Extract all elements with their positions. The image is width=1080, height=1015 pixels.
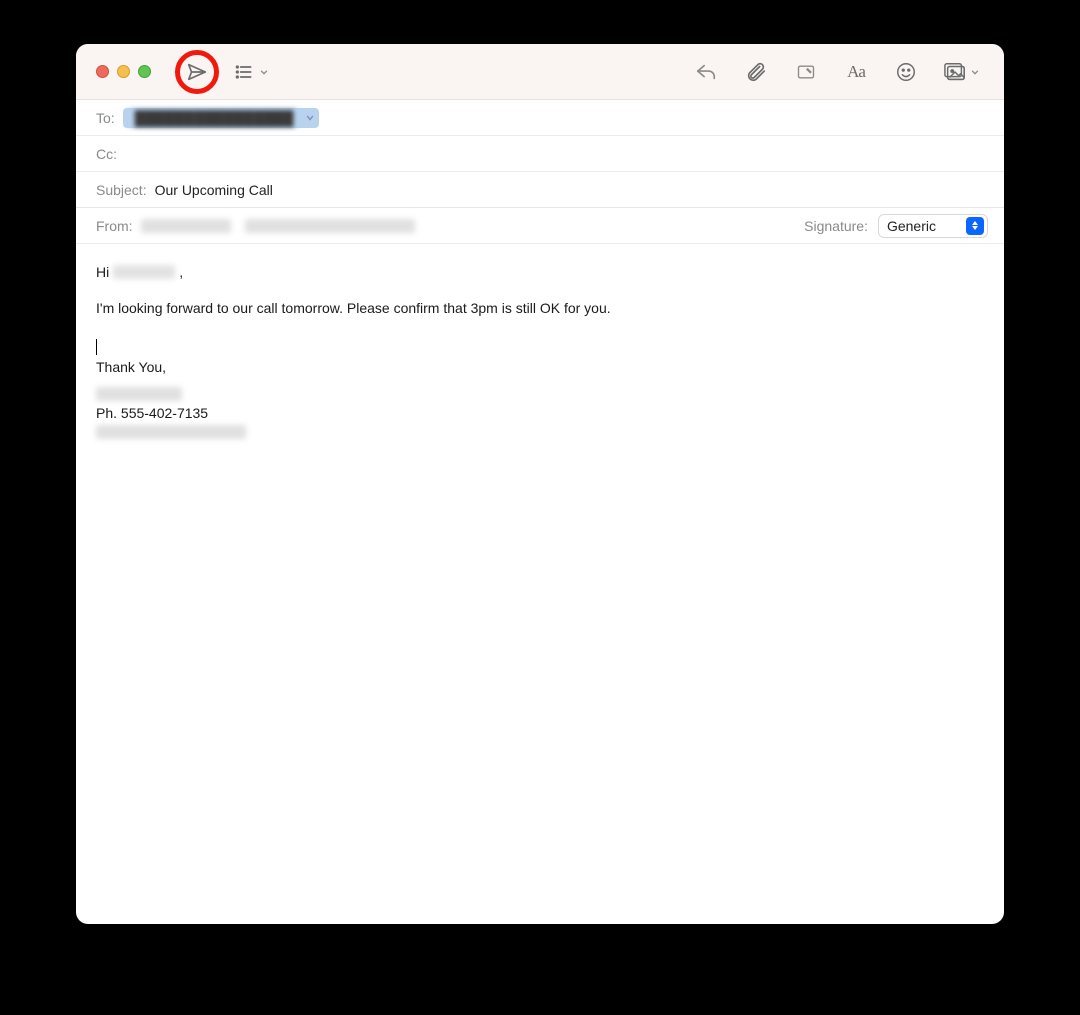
chevron-down-icon [970,67,980,77]
from-name-redacted [141,219,231,233]
body-paragraph: I'm looking forward to our call tomorrow… [96,298,984,318]
zoom-window-button[interactable] [138,65,151,78]
cc-label: Cc: [96,146,117,162]
emoji-button[interactable] [892,58,920,86]
greeting-name-redacted [113,265,175,279]
from-email-redacted [245,219,415,233]
greeting-suffix: , [179,262,183,282]
chevron-down-icon[interactable] [305,113,315,123]
text-cursor [96,339,97,355]
titlebar: Aa [76,44,1004,100]
minimize-window-button[interactable] [117,65,130,78]
header-fields-button[interactable] [233,62,269,82]
closing-line: Thank You, [96,357,984,377]
cc-field-row[interactable]: Cc: [76,136,1004,172]
subject-field-row[interactable]: Subject: Our Upcoming Call [76,172,1004,208]
toolbar-right: Aa [692,58,988,86]
format-button[interactable]: Aa [842,58,870,86]
greeting-prefix: Hi [96,262,109,282]
close-window-button[interactable] [96,65,109,78]
annotation-highlight-circle [175,50,219,94]
signature-name-redacted [96,387,182,401]
from-field-row: From: Signature: Generic [76,208,1004,244]
signature-select[interactable]: Generic [878,214,988,238]
recipient-pill[interactable]: ████████████████ [123,108,320,128]
from-label: From: [96,218,133,234]
signature-email-redacted [96,425,246,439]
compose-window: Aa [76,44,1004,924]
message-body[interactable]: Hi , I'm looking forward to our call tom… [76,244,1004,924]
recipient-redacted: ████████████████ [127,108,300,128]
select-stepper-icon [966,217,984,235]
subject-label: Subject: [96,182,147,198]
paperclip-icon [745,61,767,83]
attach-button[interactable] [742,58,770,86]
signature-phone: Ph. 555-402-7135 [96,403,984,423]
reply-icon [695,61,717,83]
photo-browser-button[interactable] [942,61,980,83]
photo-browser-icon [942,61,968,83]
send-icon [186,61,208,83]
markup-button[interactable] [792,58,820,86]
header-list-icon [233,62,255,82]
markup-icon [795,62,817,82]
chevron-down-icon [259,67,269,77]
subject-input[interactable]: Our Upcoming Call [155,182,988,198]
greeting-line: Hi , [96,262,984,282]
to-label: To: [96,110,115,126]
text-format-icon: Aa [847,62,865,82]
send-button[interactable] [183,58,211,86]
reply-button[interactable] [692,58,720,86]
signature-block: Ph. 555-402-7135 [96,387,984,439]
window-controls [96,65,151,78]
signature-label: Signature: [804,218,868,234]
emoji-icon [895,61,917,83]
to-field-row[interactable]: To: ████████████████ [76,100,1004,136]
header-fields: To: ████████████████ Cc: Subject: Our Up… [76,100,1004,244]
signature-value: Generic [879,218,966,234]
